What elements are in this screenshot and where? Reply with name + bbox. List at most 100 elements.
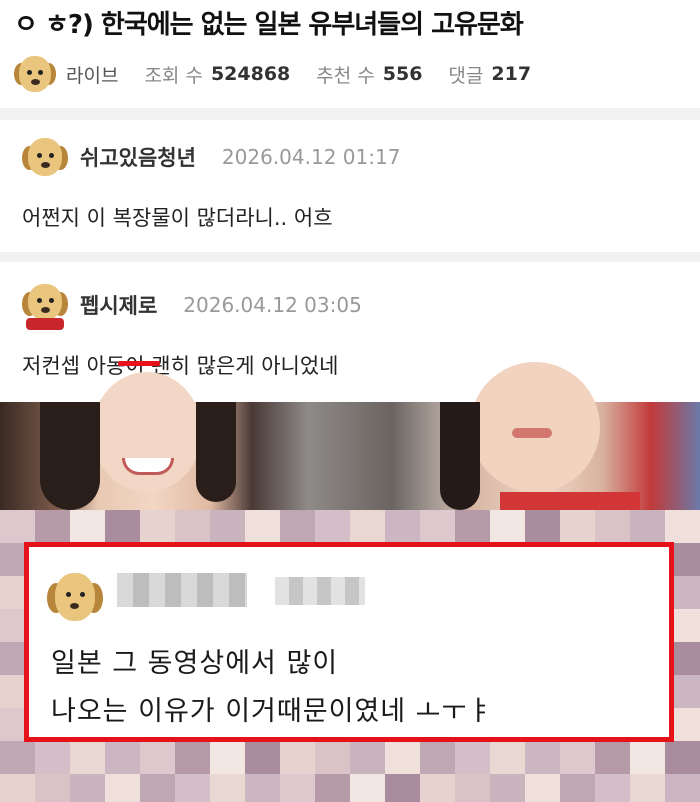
commenter-name[interactable]: 쉬고있음청년 [80, 142, 196, 172]
mosaic-tile [140, 510, 175, 545]
mosaic-tile [525, 741, 560, 776]
mosaic-tile [210, 741, 245, 776]
views-count: 524868 [210, 63, 291, 85]
mosaic-tile [665, 510, 700, 545]
post-header: ㅇ ㅎ?) 한국에는 없는 일본 유부녀들의 고유문화 라이브 조회 수 524… [0, 0, 700, 108]
mosaic-tile [350, 774, 385, 802]
mosaic-tile [210, 774, 245, 802]
recommend-label: 추천 수 [316, 64, 375, 87]
mosaic-tile [105, 510, 140, 545]
mosaic-tile [490, 510, 525, 545]
mosaic-tile [560, 741, 595, 776]
mosaic-tile [280, 741, 315, 776]
mosaic-tile [245, 774, 280, 802]
highlighted-comment-box: 일본 그 동영상에서 많이 나오는 이유가 이거때문이였네 ㅗㅜㅑ [24, 542, 674, 742]
commenter-avatar[interactable] [22, 134, 68, 180]
mosaic-tile [665, 741, 700, 776]
mosaic-tile [245, 510, 280, 545]
mosaic-tile [420, 741, 455, 776]
comment-date: 2026.04.12 01:17 [221, 145, 401, 169]
commenter-avatar[interactable] [22, 280, 68, 330]
comment-divider [0, 252, 700, 262]
mosaic-tile [595, 774, 630, 802]
mosaic-tile [35, 510, 70, 545]
highlight-line-1: 일본 그 동영상에서 많이 [51, 648, 339, 679]
photo-image [0, 362, 700, 510]
post-meta: 라이브 조회 수 524868 추천 수 556 댓글 217 [14, 52, 531, 96]
mosaic-tile [385, 741, 420, 776]
comment-item: 펩시제로 2026.04.12 03:05 저컨셉 아동이 괜히 많은게 아니었… [0, 262, 700, 402]
mosaic-tile [0, 510, 35, 545]
mosaic-tile [210, 510, 245, 545]
mosaic-tile [245, 741, 280, 776]
mosaic-tile [280, 774, 315, 802]
mosaic-tile [0, 741, 35, 776]
mosaic-tile [560, 510, 595, 545]
mosaic-tile [455, 741, 490, 776]
mosaic-tile [35, 774, 70, 802]
mosaic-tile [70, 774, 105, 802]
blurred-date [275, 577, 365, 605]
commenter-name[interactable]: 펩시제로 [80, 290, 157, 320]
mosaic-tile [350, 741, 385, 776]
mosaic-tile [350, 510, 385, 545]
mosaic-tile [105, 741, 140, 776]
views-label: 조회 수 [144, 64, 203, 87]
recommend-count: 556 [382, 63, 423, 85]
shirt-right [500, 492, 640, 510]
mosaic-tile [595, 510, 630, 545]
mosaic-tile [35, 741, 70, 776]
blurred-username [117, 573, 247, 607]
mosaic-tile [175, 741, 210, 776]
mosaic-tile [175, 510, 210, 545]
section-divider [0, 108, 700, 120]
mosaic-tile [560, 774, 595, 802]
mosaic-tile [630, 774, 665, 802]
hair-left [40, 402, 100, 510]
mosaic-tile [315, 510, 350, 545]
mosaic-tile [455, 510, 490, 545]
mosaic-tile [630, 741, 665, 776]
comment-header: 펩시제로 2026.04.12 03:05 [22, 280, 362, 330]
mosaic-tile [420, 774, 455, 802]
author-name[interactable]: 라이브 [66, 61, 118, 88]
mosaic-tile [490, 774, 525, 802]
mosaic-tile [140, 741, 175, 776]
mosaic-tile [525, 774, 560, 802]
mosaic-tile [70, 510, 105, 545]
hair-left-2 [196, 402, 236, 502]
mosaic-tile [490, 741, 525, 776]
mosaic-tile [280, 510, 315, 545]
comment-header: 쉬고있음청년 2026.04.12 01:17 [22, 134, 400, 180]
red-strike-mark [118, 361, 160, 366]
face-right [470, 362, 600, 492]
post-title: ㅇ ㅎ?) 한국에는 없는 일본 유부녀들의 고유문화 [14, 10, 524, 40]
comments-label: 댓글 [448, 64, 484, 87]
mosaic-tile [105, 774, 140, 802]
highlight-line-2: 나오는 이유가 이거때문이였네 ㅗㅜㅑ [51, 696, 494, 727]
comment-date: 2026.04.12 03:05 [183, 293, 362, 317]
mosaic-tile [385, 774, 420, 802]
mosaic-tile [140, 774, 175, 802]
author-avatar[interactable] [14, 53, 56, 95]
mosaic-tile [665, 774, 700, 802]
comment-item: 쉬고있음청년 2026.04.12 01:17 어쩐지 이 복장물이 많더라니.… [0, 120, 700, 252]
mosaic-tile [385, 510, 420, 545]
mosaic-tile [525, 510, 560, 545]
mosaic-tile [315, 741, 350, 776]
mosaic-tile [175, 774, 210, 802]
mosaic-tile [0, 774, 35, 802]
comment-text: 어쩐지 이 복장물이 많더라니.. 어흐 [22, 206, 333, 230]
mosaic-tile [70, 741, 105, 776]
comment-text-before: 저컨셉 [22, 354, 87, 378]
commenter-avatar[interactable] [47, 569, 103, 627]
mosaic-tile [420, 510, 455, 545]
mosaic-tile [595, 741, 630, 776]
mosaic-tile [315, 774, 350, 802]
lips-right [512, 428, 552, 438]
mosaic-tile [630, 510, 665, 545]
hair-right [440, 402, 480, 510]
mosaic-tile [455, 774, 490, 802]
comment-text: 저컨셉 아동이 괜히 많은게 아니었네 [22, 350, 339, 380]
comments-count: 217 [491, 63, 532, 85]
